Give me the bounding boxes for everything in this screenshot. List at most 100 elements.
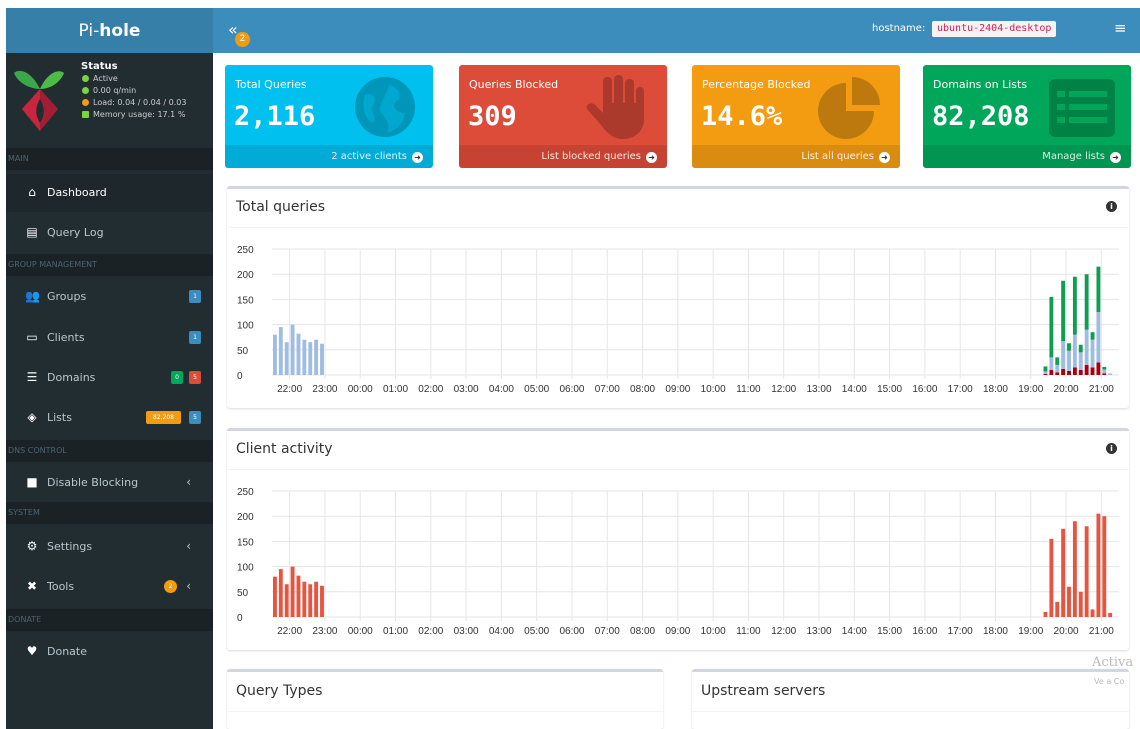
permitted-bar[interactable] [1108,373,1113,375]
blocked-bar[interactable] [1084,364,1089,375]
sidebar-item-donate[interactable]: ♥ Donate [6,633,213,671]
permitted-bar[interactable] [284,342,289,375]
cached-bar[interactable] [1090,332,1095,340]
permitted-bar[interactable] [1043,371,1048,374]
client-bar[interactable] [308,584,313,617]
x-tick-label: 18:00 [983,384,1008,395]
permitted-bar[interactable] [1061,341,1066,369]
permitted-bar[interactable] [1055,364,1060,373]
cached-bar[interactable] [1072,276,1077,335]
cached-bar[interactable] [1067,343,1071,351]
blocked-bar[interactable] [1049,369,1054,375]
permitted-bar[interactable] [1067,350,1071,371]
sidebar-item-label: Settings [47,540,93,553]
x-tick-label: 18:00 [983,626,1008,637]
client-bar[interactable] [1090,609,1095,617]
permitted-bar[interactable] [1090,339,1095,368]
client-bar[interactable] [1061,528,1066,617]
y-tick-label: 200 [237,270,254,281]
cached-bar[interactable] [1043,366,1048,372]
x-tick-label: 00:00 [348,384,373,395]
client-bar[interactable] [1078,591,1083,617]
manage-lists-link[interactable]: Manage lists ➜ [923,145,1131,168]
blocked-bar[interactable] [1055,372,1060,375]
cached-bar[interactable] [1102,366,1107,370]
sidebar-item-query-log[interactable]: ▤ Query Log [6,214,213,252]
blocked-bar[interactable] [1061,368,1066,375]
x-tick-label: 19:00 [1018,384,1043,395]
cached-bar[interactable] [1078,344,1083,353]
sidebar-item-label: Disable Blocking [47,476,139,489]
stat-footer: Manage lists [1042,151,1105,162]
client-bar[interactable] [1084,526,1089,617]
client-bar[interactable] [320,585,324,617]
active-clients-link[interactable]: 2 active clients ➜ [225,145,433,168]
permitted-bar[interactable] [320,343,324,375]
permitted-bar[interactable] [296,333,301,375]
permitted-bar[interactable] [314,339,319,375]
menu-icon[interactable]: ≡ [1114,19,1127,37]
x-tick-label: 08:00 [630,626,655,637]
blocked-bar[interactable] [1043,373,1048,375]
client-bar[interactable] [314,581,319,617]
arrow-circle-right-icon: ➜ [1110,152,1121,163]
x-tick-label: 12:00 [771,384,796,395]
permitted-bar[interactable] [1096,312,1101,363]
status-title: Status [81,61,118,72]
client-bar[interactable] [1067,586,1071,617]
permitted-bar[interactable] [273,334,277,375]
permitted-bar[interactable] [278,327,283,375]
cached-bar[interactable] [1061,280,1066,342]
x-tick-label: 00:00 [348,626,373,637]
permitted-bar[interactable] [290,324,295,375]
total-queries-chart: 0 50 100 150 200 250 22:00 23:00 00:00 01:00 02:00… [237,245,1119,395]
sidebar-item-clients[interactable]: ▭ Clients 1 [6,319,213,357]
blocked-bar[interactable] [1078,369,1083,375]
blocked-bar[interactable] [1096,362,1101,375]
sidebar-item-lists[interactable]: ◈ Lists 82,208 5 [6,399,213,437]
cached-bar[interactable] [1096,266,1101,312]
client-bar[interactable] [1108,612,1113,617]
cached-bar[interactable] [1049,296,1054,358]
permitted-bar[interactable] [1102,369,1107,374]
x-tick-label: 19:00 [1018,626,1043,637]
client-bar[interactable] [302,581,307,617]
client-bar[interactable] [296,575,301,617]
permitted-bar[interactable] [308,342,313,375]
client-bar[interactable] [1096,513,1101,617]
cached-bar[interactable] [1055,357,1060,365]
permitted-bar[interactable] [302,339,307,375]
sidebar-item-disable-blocking[interactable]: ■ Disable Blocking ‹ [6,464,213,502]
list-all-queries-link[interactable]: List all queries ➜ [692,145,900,168]
sidebar-item-settings[interactable]: ⚙ Settings ‹ [6,528,213,566]
permitted-bar[interactable] [1084,329,1089,365]
client-bar[interactable] [1102,516,1107,617]
client-bar[interactable] [1055,601,1060,617]
cached-bar[interactable] [1084,274,1089,330]
brand-logo-text[interactable]: Pi-hole [6,8,213,53]
blocked-bar[interactable] [1102,373,1107,375]
panel-title: Upstream servers [701,683,826,699]
x-tick-label: 23:00 [312,626,337,637]
permitted-bar[interactable] [1078,352,1083,370]
lists-domains-badge: 82,208 [146,411,181,424]
sidebar-item-domains[interactable]: ☰ Domains 0 5 [6,359,213,397]
client-bar[interactable] [278,569,283,617]
list-icon: ☰ [26,370,38,384]
permitted-bar[interactable] [1072,334,1077,368]
permitted-bar[interactable] [1049,357,1054,370]
blocked-bar[interactable] [1067,370,1071,375]
client-bar[interactable] [273,576,277,617]
sidebar-item-dashboard[interactable]: ⌂ Dashboard [6,174,213,212]
client-bar[interactable] [1072,521,1077,617]
blocked-bar[interactable] [1090,367,1095,375]
blocked-bar[interactable] [1072,367,1077,375]
client-bar[interactable] [284,584,289,617]
list-blocked-queries-link[interactable]: List blocked queries ➜ [459,145,667,168]
sidebar-item-tools[interactable]: ✖ Tools 2 ‹ [6,568,213,606]
client-bar[interactable] [1049,538,1054,617]
client-bar[interactable] [290,566,295,617]
chevron-left-icon: ‹ [186,539,191,553]
client-bar[interactable] [1043,611,1048,617]
sidebar-item-groups[interactable]: 👥 Groups 1 [6,278,213,316]
